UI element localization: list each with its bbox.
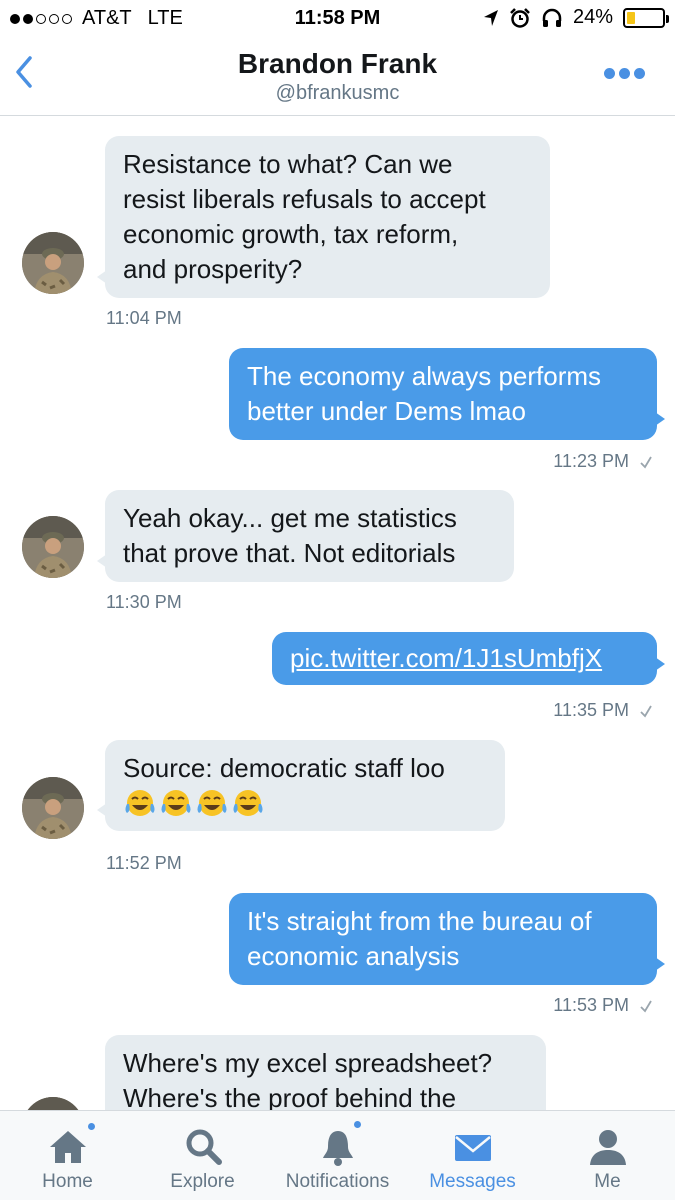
sent-check-icon — [640, 705, 652, 717]
search-icon — [186, 1129, 222, 1165]
home-icon — [49, 1131, 86, 1163]
bell-icon — [322, 1131, 353, 1166]
message-text: The economy always performs — [247, 361, 602, 391]
incoming-message[interactable]: Resistance to what? Can we resist libera… — [97, 136, 550, 298]
conversation-header: Brandon Frank @bfrankusmc — [0, 38, 675, 116]
tab-label: Home — [42, 1171, 93, 1192]
status-bar: AT&T LTE 11:58 PM 24% — [0, 0, 675, 38]
message-text: Source: democratic staff loo — [123, 753, 445, 783]
incoming-message[interactable]: Source: democratic staff loo — [97, 740, 505, 831]
outgoing-message[interactable]: pic.twitter.com/1J1sUmbfjX — [272, 632, 665, 685]
avatar[interactable] — [22, 1097, 84, 1110]
tab-label: Me — [594, 1171, 621, 1192]
battery-icon — [623, 7, 669, 28]
more-options-button[interactable] — [604, 68, 645, 79]
avatar[interactable] — [22, 232, 84, 294]
message-text: economic growth, tax reform, — [123, 219, 459, 249]
tears-of-joy-emoji-icon — [233, 790, 263, 816]
message-timestamp-row: 11:53 PM — [553, 995, 653, 1016]
alarm-icon — [510, 7, 530, 28]
avatar[interactable] — [22, 777, 84, 839]
message-timestamp-row: 11:35 PM — [553, 700, 653, 721]
more-dots-icon — [604, 68, 615, 79]
tab-notifications[interactable]: Notifications — [270, 1111, 405, 1200]
message-text: and prosperity? — [123, 254, 303, 284]
tab-bar: Home Explore Notifications Messages Me — [0, 1110, 675, 1200]
avatar[interactable] — [22, 516, 84, 578]
outgoing-message[interactable]: The economy always performs better under… — [229, 348, 665, 440]
tears-of-joy-emoji-icon — [197, 790, 227, 816]
tab-explore[interactable]: Explore — [135, 1111, 270, 1200]
message-thread[interactable]: Resistance to what? Can we resist libera… — [0, 117, 675, 1110]
tab-label: Messages — [429, 1171, 516, 1192]
contact-name[interactable]: Brandon Frank — [0, 48, 675, 80]
tab-home[interactable]: Home — [0, 1111, 135, 1200]
message-timestamp: 11:30 PM — [106, 592, 182, 612]
tears-of-joy-emoji-icon — [125, 790, 155, 816]
message-text: Where's my excel spreadsheet? — [123, 1048, 493, 1078]
person-icon — [589, 1130, 626, 1165]
contact-handle[interactable]: @bfrankusmc — [0, 82, 675, 105]
message-text: resist liberals refusals to accept — [123, 184, 486, 214]
message-text: It's straight from the bureau of — [247, 906, 592, 936]
sent-check-icon — [640, 456, 652, 468]
location-arrow-icon — [483, 9, 498, 26]
message-timestamp: 11:53 PM — [553, 995, 629, 1015]
tears-of-joy-emoji-icon — [161, 790, 191, 816]
sent-check-icon — [640, 1000, 652, 1012]
message-text: Yeah okay... get me statistics — [123, 503, 457, 533]
tab-me[interactable]: Me — [540, 1111, 675, 1200]
notification-dot — [352, 1119, 363, 1130]
message-text: better under Dems lmao — [247, 396, 526, 426]
message-text: Resistance to what? Can we — [123, 149, 453, 179]
message-text: that prove that. Not editorials — [123, 538, 456, 568]
message-text: economic analysis — [247, 941, 460, 971]
tab-label: Explore — [170, 1171, 235, 1192]
headphones-icon — [542, 8, 562, 27]
tab-label: Notifications — [285, 1171, 390, 1192]
message-timestamp-row: 11:23 PM — [553, 451, 653, 472]
envelope-icon — [454, 1135, 491, 1161]
message-timestamp: 11:04 PM — [106, 308, 182, 328]
battery-percent: 24% — [572, 6, 613, 28]
outgoing-message[interactable]: It's straight from the bureau of economi… — [229, 893, 665, 985]
tab-messages[interactable]: Messages — [405, 1111, 540, 1200]
message-text: Where's the proof behind the — [123, 1083, 457, 1110]
message-timestamp: 11:35 PM — [553, 700, 629, 720]
notification-dot — [86, 1121, 97, 1132]
incoming-message[interactable]: Yeah okay... get me statistics that prov… — [97, 490, 514, 582]
incoming-message[interactable]: Where's my excel spreadsheet? Where's th… — [105, 1035, 546, 1110]
message-timestamp: 11:52 PM — [106, 853, 182, 873]
media-link[interactable]: pic.twitter.com/1J1sUmbfjX — [290, 641, 639, 676]
message-timestamp: 11:23 PM — [553, 451, 629, 471]
emoji-row — [123, 788, 487, 820]
